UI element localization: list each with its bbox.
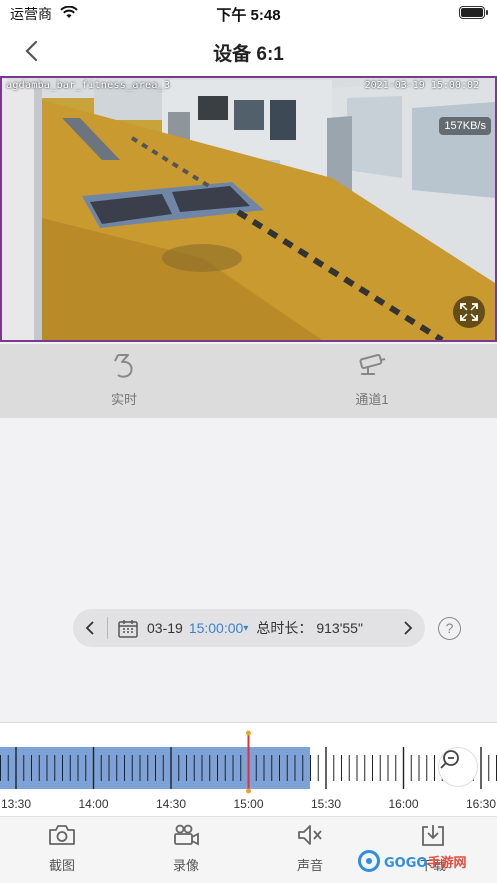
camera-timestamp-overlay: 2021-03-19 15:00:02 <box>364 80 479 91</box>
status-bar: 运营商 下午 5:48 <box>0 0 497 26</box>
duration-value: 913'55" <box>316 620 363 636</box>
playhead-handle[interactable] <box>246 788 251 794</box>
battery-icon <box>459 6 488 19</box>
playback-date-selector: 03-19 15:00:00 ▾ 总时长： 913'55" <box>73 609 425 647</box>
bitrate-badge: 157KB/s <box>439 117 491 135</box>
realtime-label: 实时 <box>110 392 137 407</box>
video-camera-icon <box>174 824 199 846</box>
timeline-time-label: 14:30 <box>156 797 186 811</box>
control-bar: 实时 通道1 <box>0 344 497 418</box>
chevron-right-icon <box>404 621 413 635</box>
cctv-camera-icon <box>359 354 386 375</box>
playback-date[interactable]: 03-19 <box>147 620 183 636</box>
speaker-muted-icon <box>298 825 322 845</box>
snapshot-label: 截图 <box>48 858 75 873</box>
playback-timeline[interactable]: 13:30 14:00 14:30 15:00 15:30 16:00 16:30 <box>0 722 497 816</box>
calendar-icon[interactable] <box>118 619 138 638</box>
realtime-button[interactable]: 实时 <box>74 352 174 408</box>
zoom-out-icon <box>440 750 459 769</box>
video-player[interactable]: agdamba_bar_fitness_area_3 2021-03-19 15… <box>0 76 497 342</box>
duration-label: 总时长： <box>256 620 313 636</box>
record-label: 录像 <box>172 858 199 873</box>
prev-day-button[interactable] <box>73 609 107 647</box>
timeline-time-label: 16:00 <box>388 797 418 811</box>
timeline-time-label: 16:30 <box>466 797 496 811</box>
nav-bar: 设备 6:1 <box>0 26 497 76</box>
record-button[interactable]: 录像 <box>146 823 226 874</box>
channel-button[interactable]: 通道1 <box>322 352 422 408</box>
chevron-left-icon <box>85 621 94 635</box>
watermark-text: GOGO手游网 <box>384 855 467 871</box>
camera-name-overlay: agdamba_bar_fitness_area_3 <box>6 80 171 91</box>
sound-button[interactable]: 声音 <box>270 823 350 874</box>
clock: 下午 5:48 <box>216 7 281 24</box>
zoom-out-button[interactable] <box>438 747 478 787</box>
timeline-time-label: 15:30 <box>311 797 341 811</box>
download-icon <box>422 825 444 846</box>
fullscreen-button[interactable] <box>453 296 485 328</box>
help-button[interactable]: ? <box>438 617 461 640</box>
next-day-button[interactable] <box>391 609 425 647</box>
page-title: 设备 6:1 <box>213 44 284 65</box>
fullscreen-icon <box>460 303 478 321</box>
camera-frame <box>2 78 495 340</box>
playback-time[interactable]: 15:00:00 <box>189 620 244 636</box>
timeline-time-label: 14:00 <box>78 797 108 811</box>
time-dropdown-caret[interactable]: ▾ <box>243 623 248 634</box>
divider <box>107 617 108 639</box>
realtime-return-icon <box>114 354 133 378</box>
timeline-time-label: 13:30 <box>1 797 31 811</box>
camera-icon <box>49 825 75 845</box>
sound-label: 声音 <box>296 858 323 873</box>
channel-label: 通道1 <box>355 392 389 407</box>
timeline-time-label: 15:00 <box>233 797 263 811</box>
logo-circle-icon <box>358 850 380 872</box>
site-watermark-logo: GOGO手游网 <box>358 848 488 874</box>
playhead-handle[interactable] <box>246 730 251 736</box>
snapshot-button[interactable]: 截图 <box>22 823 102 874</box>
timeline-ruler[interactable]: 13:30 14:00 14:30 15:00 15:30 16:00 16:30 <box>0 723 497 816</box>
